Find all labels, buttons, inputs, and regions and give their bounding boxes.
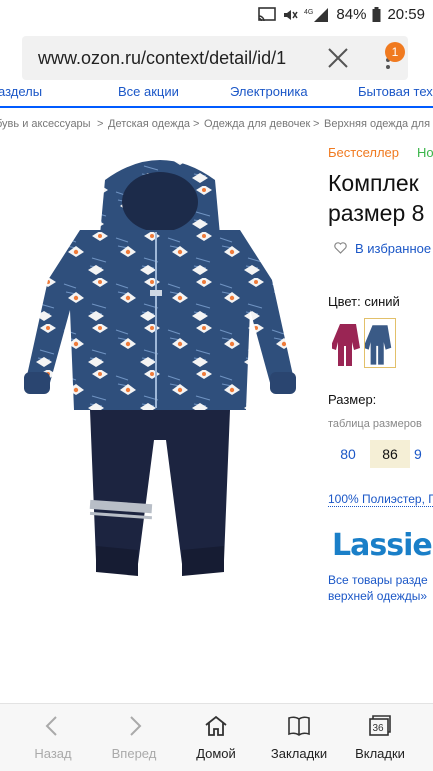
product-title-line: размер 8 bbox=[328, 200, 425, 226]
nav-item-electronics[interactable]: Электроника bbox=[230, 84, 308, 99]
size-option-selected[interactable]: 86 bbox=[370, 440, 410, 468]
material-link[interactable]: 100% Полиэстер, П bbox=[328, 492, 433, 507]
forward-button[interactable]: Вперед bbox=[91, 704, 177, 771]
size-table-link[interactable]: таблица размеров bbox=[328, 418, 422, 430]
home-button[interactable]: Домой bbox=[173, 704, 259, 771]
home-icon bbox=[205, 715, 227, 736]
size-option[interactable]: 80 bbox=[328, 440, 368, 468]
color-swatch-pink[interactable] bbox=[332, 318, 364, 368]
size-option[interactable]: 9 bbox=[414, 440, 433, 468]
site-nav: азделы Все акции Электроника Бытовая тех… bbox=[0, 84, 433, 108]
tab-count: 36 bbox=[372, 723, 384, 734]
tabs-button[interactable]: 36 Вкладки bbox=[337, 704, 423, 771]
bestseller-badge: Бестселлер bbox=[328, 145, 399, 160]
new-badge: Но bbox=[417, 145, 433, 160]
back-button[interactable]: Назад bbox=[10, 704, 96, 771]
clock: 20:59 bbox=[387, 6, 425, 23]
address-bar[interactable]: www.ozon.ru/context/detail/id/1 1 bbox=[22, 36, 408, 80]
product-title: Комплек размер 8 bbox=[328, 168, 433, 228]
size-label: Размер: bbox=[328, 392, 377, 407]
signal-icon: 4G bbox=[304, 7, 329, 22]
nav-item-promotions[interactable]: Все акции bbox=[118, 84, 179, 99]
battery-percent: 84% bbox=[336, 6, 367, 23]
back-chevron-icon bbox=[45, 716, 57, 736]
bookmarks-label: Закладки bbox=[270, 746, 328, 761]
browser-toolbar: www.ozon.ru/context/detail/id/1 1 bbox=[0, 32, 433, 84]
menu-badge: 1 bbox=[385, 42, 405, 62]
bookmarks-button[interactable]: Закладки bbox=[256, 704, 342, 771]
nav-item-appliances[interactable]: Бытовая техн bbox=[358, 84, 433, 99]
breadcrumb-item[interactable]: Детская одежда bbox=[108, 118, 190, 130]
brand-logo[interactable]: Lassie bbox=[332, 528, 433, 563]
brand-link-line[interactable]: Все товары разде bbox=[328, 572, 428, 588]
heart-icon bbox=[334, 242, 347, 254]
home-label: Домой bbox=[196, 746, 236, 761]
battery-icon bbox=[372, 6, 381, 22]
browser-bottom-bar: Назад Вперед Домой Закладки 36 Вкладки bbox=[0, 703, 433, 771]
breadcrumb-item[interactable]: Одежда для девочек bbox=[204, 118, 310, 130]
add-to-favorites-button[interactable]: В избранное bbox=[334, 241, 431, 256]
bookmarks-book-icon bbox=[288, 716, 310, 736]
breadcrumb-item[interactable]: бувь и аксессуары bbox=[0, 118, 91, 130]
product-info: Бестселлер Но Комплек размер 8 В избранн… bbox=[328, 140, 433, 610]
clear-url-icon[interactable] bbox=[324, 44, 352, 72]
forward-chevron-icon bbox=[130, 716, 142, 736]
breadcrumb-item[interactable]: Верхняя одежда для д bbox=[324, 118, 433, 130]
mute-icon bbox=[284, 9, 299, 20]
breadcrumb-separator: > bbox=[97, 118, 104, 130]
tabs-label: Вкладки bbox=[355, 746, 405, 761]
product-image[interactable] bbox=[10, 140, 310, 600]
url-text[interactable]: www.ozon.ru/context/detail/id/1 bbox=[38, 48, 320, 69]
brand-link-line[interactable]: верхней одежды» bbox=[328, 588, 428, 604]
breadcrumb-separator: > bbox=[193, 118, 200, 130]
brand-link[interactable]: Все товары разде верхней одежды» bbox=[328, 572, 428, 604]
color-swatch-blue[interactable] bbox=[364, 318, 396, 368]
color-label: Цвет: синий bbox=[328, 294, 400, 309]
status-icons: 4G 84% 20:59 bbox=[258, 6, 425, 23]
svg-text:4G: 4G bbox=[304, 9, 313, 16]
status-bar: 4G 84% 20:59 bbox=[0, 0, 433, 32]
product-title-line: Комплек bbox=[328, 170, 419, 196]
nav-item-sections[interactable]: азделы bbox=[0, 84, 42, 99]
back-label: Назад bbox=[34, 746, 72, 761]
forward-label: Вперед bbox=[111, 746, 157, 761]
cast-icon bbox=[258, 6, 277, 21]
favorites-label: В избранное bbox=[355, 241, 432, 256]
breadcrumb: бувь и аксессуары > Детская одежда > Оде… bbox=[0, 118, 433, 136]
breadcrumb-separator: > bbox=[313, 118, 320, 130]
